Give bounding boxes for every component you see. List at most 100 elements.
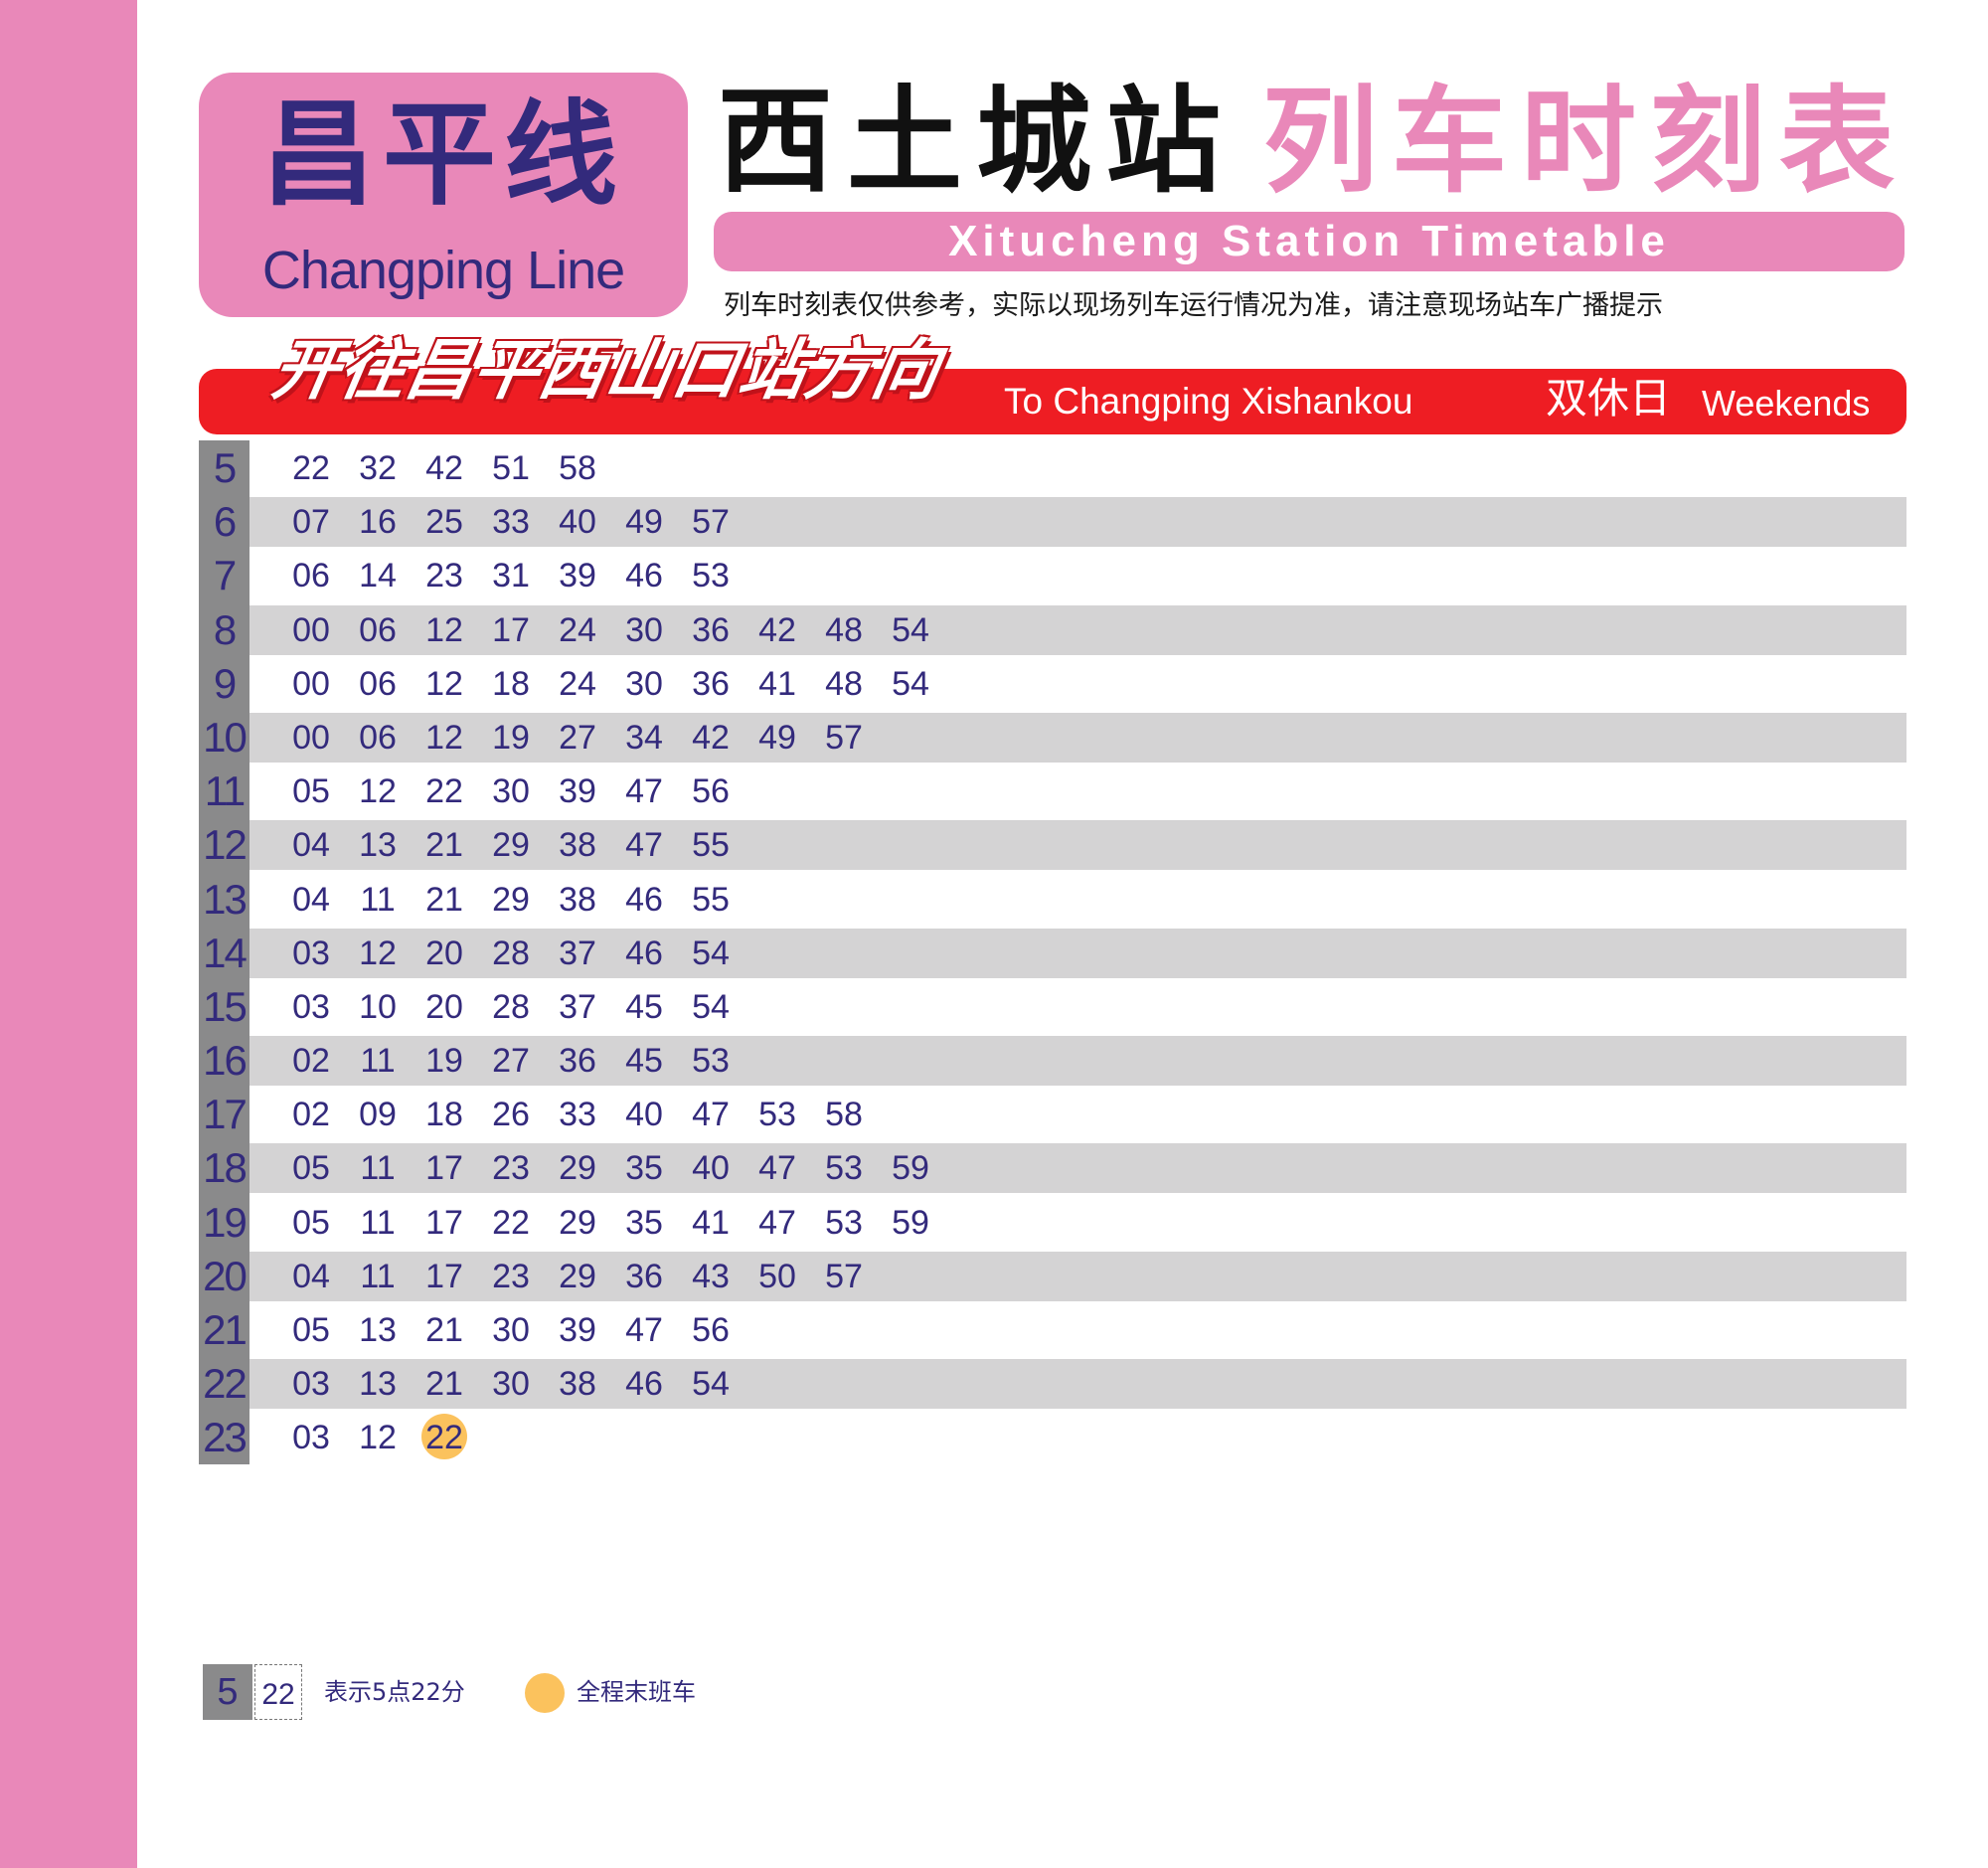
line-name-cn: 昌平线	[260, 88, 625, 221]
minute-cell: 03	[281, 1356, 341, 1410]
minute-cell: 36	[681, 656, 741, 710]
table-row: 20 04 11 17 23 29 36 43 50 57	[199, 1248, 1906, 1302]
minute-text: 46	[625, 934, 663, 972]
timetable: 5 22 32 42 51 58 6 07 16 25 33 40 49 57 7 06 14 23 31 39 46 5…	[199, 440, 1906, 1464]
minute-cell: 30	[614, 602, 674, 656]
minute-cell: 41	[747, 656, 807, 710]
minute-cell: 35	[614, 1195, 674, 1249]
minute-text: 58	[825, 1096, 863, 1134]
minute-cell: 17	[414, 1249, 474, 1302]
minute-text: 57	[692, 503, 730, 542]
minute-cell: 28	[481, 926, 541, 979]
minute-cell: 26	[481, 1087, 541, 1140]
direction-cn: 开往昌平西山口站方向	[266, 332, 946, 409]
hour-cell: 18	[199, 1140, 249, 1195]
minute-text: 35	[625, 1203, 663, 1242]
minute-text: 03	[292, 987, 330, 1026]
minute-text: 59	[892, 1203, 929, 1242]
minute-text: 36	[692, 610, 730, 649]
minute-cell: 40	[548, 494, 607, 548]
minute-text: 22	[492, 1203, 530, 1242]
minute-cell: 25	[414, 494, 474, 548]
table-row: 21 05 13 21 30 39 47 56	[199, 1302, 1906, 1357]
minute-text: 13	[359, 1311, 397, 1349]
minute-cell: 02	[281, 1087, 341, 1140]
minute-text: 56	[692, 1311, 730, 1349]
subtitle-en: Xitucheng Station Timetable	[948, 217, 1670, 265]
minute-text: 36	[625, 1257, 663, 1295]
minute-text: 43	[692, 1257, 730, 1295]
minute-text: 54	[692, 1365, 730, 1404]
minute-cell: 11	[348, 1249, 408, 1302]
minute-text: 21	[425, 826, 463, 865]
minute-cell: 53	[681, 1033, 741, 1087]
minute-text: 17	[425, 1257, 463, 1295]
minute-text: 50	[758, 1257, 796, 1295]
minute-cell: 36	[681, 602, 741, 656]
minute-cell: 21	[414, 872, 474, 926]
table-row: 16 02 11 19 27 36 45 53	[199, 1033, 1906, 1088]
minute-cell: 17	[414, 1140, 474, 1194]
minute-text: 16	[359, 503, 397, 542]
minute-text: 30	[492, 1365, 530, 1404]
hour-cell: 17	[199, 1087, 249, 1141]
hour-cell: 11	[199, 764, 249, 818]
minute-text: 46	[625, 1365, 663, 1404]
minute-text: 38	[559, 1365, 596, 1404]
minute-text: 53	[825, 1149, 863, 1188]
table-row: 10 00 06 12 19 27 34 42 49 57	[199, 709, 1906, 764]
minute-cell: 49	[747, 710, 807, 764]
minute-text: 54	[692, 987, 730, 1026]
minute-text: 17	[425, 1149, 463, 1188]
minute-cell: 40	[681, 1140, 741, 1194]
minute-cell: 17	[414, 1195, 474, 1249]
minute-text: 29	[559, 1149, 596, 1188]
minute-text: 34	[625, 718, 663, 757]
minute-text: 17	[425, 1203, 463, 1242]
minute-cell: 49	[614, 494, 674, 548]
minute-cell: 27	[548, 710, 607, 764]
hour-cell: 19	[199, 1194, 249, 1249]
minute-cell: 13	[348, 1356, 408, 1410]
minute-cell: 20	[414, 979, 474, 1033]
minute-text: 21	[425, 1311, 463, 1349]
minute-cell: 21	[414, 1302, 474, 1356]
minute-text: 12	[359, 934, 397, 972]
minute-text: 38	[559, 826, 596, 865]
minute-text: 49	[625, 503, 663, 542]
hour-cell: 23	[199, 1410, 249, 1464]
minute-cell: 37	[548, 926, 607, 979]
minute-text: 20	[425, 934, 463, 972]
minute-text: 41	[758, 664, 796, 703]
minute-text: 38	[559, 880, 596, 919]
minute-cell: 58	[814, 1087, 874, 1140]
minute-text: 53	[825, 1203, 863, 1242]
minute-text: 19	[492, 718, 530, 757]
minute-cell: 37	[548, 979, 607, 1033]
minute-cell: 56	[681, 764, 741, 817]
minute-text: 55	[692, 826, 730, 865]
minute-cell: 16	[348, 494, 408, 548]
minute-text: 00	[292, 664, 330, 703]
minute-cell: 47	[614, 764, 674, 817]
minute-text: 29	[559, 1257, 596, 1295]
minute-text: 05	[292, 1149, 330, 1188]
minute-cell: 38	[548, 817, 607, 871]
table-row: 12 04 13 21 29 38 47 55	[199, 817, 1906, 872]
minute-text: 32	[359, 449, 397, 487]
last-train-minute: 22	[414, 1410, 474, 1463]
minute-text: 48	[825, 664, 863, 703]
minute-text: 47	[692, 1096, 730, 1134]
minute-text: 13	[359, 826, 397, 865]
subtitle-bar: Xitucheng Station Timetable	[714, 212, 1905, 271]
minute-cell: 24	[548, 656, 607, 710]
table-row: 13 04 11 21 29 38 46 55	[199, 871, 1906, 926]
minute-cell: 12	[414, 710, 474, 764]
hour-cell: 16	[199, 1033, 249, 1088]
table-row: 7 06 14 23 31 39 46 53	[199, 548, 1906, 602]
minute-text: 46	[625, 557, 663, 595]
minute-cell: 31	[481, 548, 541, 601]
minute-text: 56	[692, 772, 730, 811]
minute-cell: 36	[614, 1249, 674, 1302]
left-decorative-stripe	[0, 0, 137, 1868]
